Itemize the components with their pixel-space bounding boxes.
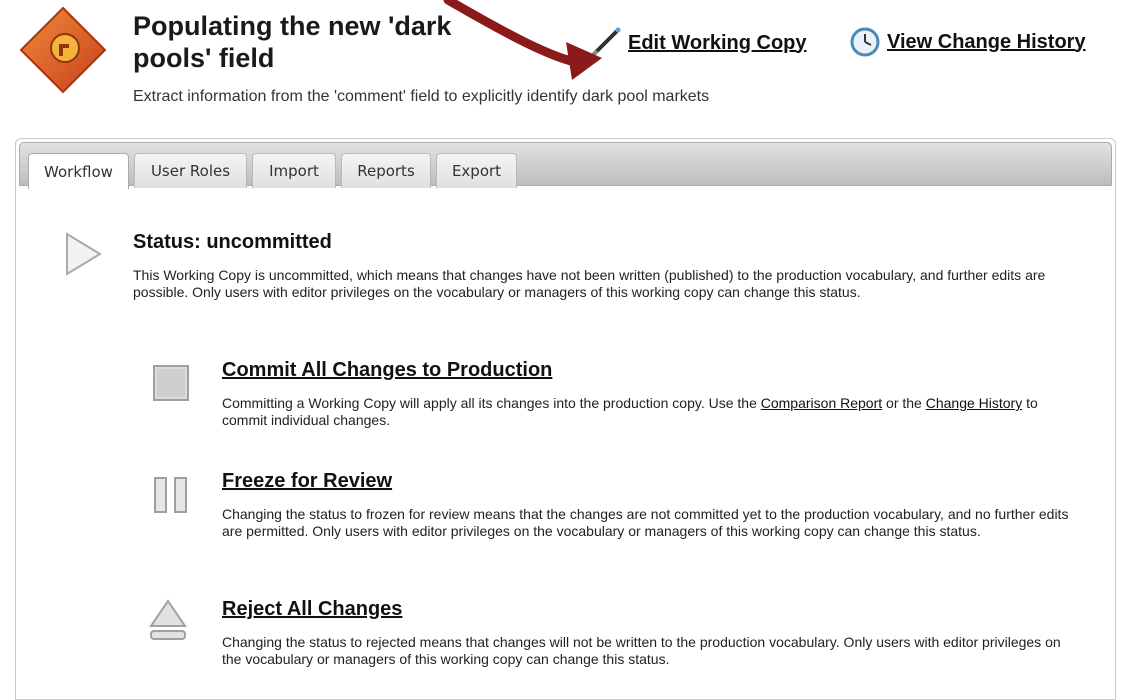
commit-description: Committing a Working Copy will apply all… [222,395,1072,429]
tab-workflow[interactable]: Workflow [28,153,129,189]
tab-bar: Workflow User Roles Import Reports Expor… [19,142,1112,189]
wrench-diamond-icon [19,6,107,94]
page-subtitle: Extract information from the 'comment' f… [133,88,710,105]
commit-all-changes-link[interactable]: Commit All Changes to Production [222,359,552,382]
annotation-arrow [443,0,602,80]
comparison-report-link[interactable]: Comparison Report [761,395,882,411]
freeze-for-review-link[interactable]: Freeze for Review [222,470,392,493]
freeze-description: Changing the status to frozen for review… [222,506,1069,539]
play-icon [66,232,102,276]
eject-icon[interactable] [148,598,188,644]
status-title: Status: uncommitted [133,231,332,253]
tab-export[interactable]: Export [436,153,517,188]
edit-working-copy-label[interactable]: Edit Working Copy [628,32,807,55]
tab-import[interactable]: Import [252,153,336,188]
commit-desc-text: Committing a Working Copy will apply all… [222,395,761,411]
reject-description: Changing the status to rejected means th… [222,634,1061,667]
tab-reports[interactable]: Reports [341,153,431,188]
view-change-history-link[interactable]: View Change History [849,26,1086,58]
view-change-history-label[interactable]: View Change History [887,31,1086,54]
workflow-panel: Workflow User Roles Import Reports Expor… [15,138,1116,700]
pause-icon[interactable] [152,475,190,515]
commit-desc-text-middle: or the [882,395,926,411]
edit-working-copy-link[interactable]: Edit Working Copy [588,26,807,60]
tab-user-roles[interactable]: User Roles [134,153,247,188]
stop-icon[interactable] [152,364,190,402]
change-history-link[interactable]: Change History [926,395,1023,411]
status-description: This Working Copy is uncommitted, which … [133,267,1046,300]
clock-icon [850,27,880,57]
reject-all-changes-link[interactable]: Reject All Changes [222,598,402,621]
